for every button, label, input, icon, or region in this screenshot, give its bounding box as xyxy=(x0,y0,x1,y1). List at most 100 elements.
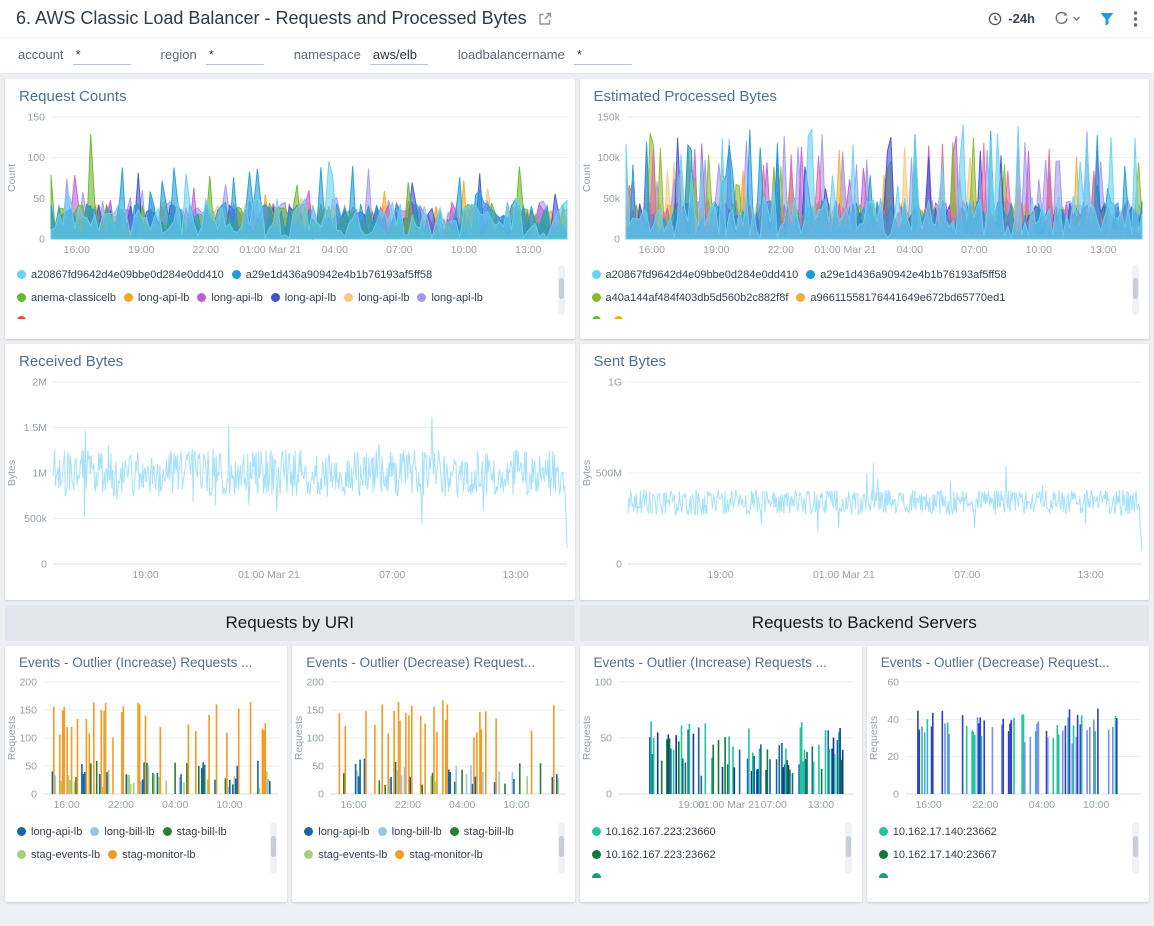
received-bytes-chart[interactable]: 0500k1M1.5M2M19:0001:00 Mar 2107:0013:00… xyxy=(5,372,575,584)
legend-dot xyxy=(304,850,313,859)
legend-scrollbar[interactable] xyxy=(845,822,852,874)
legend-label: stag-events-lb xyxy=(318,849,387,861)
legend-item[interactable] xyxy=(17,316,31,319)
legend-item[interactable]: 10.162.17.140:23662 xyxy=(879,826,997,838)
legend-item[interactable]: a29e1d436a90942e4b1b76193af5ff58 xyxy=(232,269,432,281)
legend-item[interactable]: a29e1d436a90942e4b1b76193af5ff58 xyxy=(806,269,1006,281)
backend-outlier-increase-chart[interactable]: 05010019:0001:00 Mar 2107:0013:00Request… xyxy=(580,672,862,814)
panel-backend-outlier-increase: Events - Outlier (Increase) Requests ...… xyxy=(580,646,862,902)
svg-text:04:00: 04:00 xyxy=(162,799,188,811)
legend-scrollbar[interactable] xyxy=(1132,265,1139,315)
svg-text:10:00: 10:00 xyxy=(504,799,530,811)
region-filter-input[interactable]: * xyxy=(206,47,264,65)
legend-item[interactable]: long-api-lb xyxy=(197,292,262,304)
svg-text:10:00: 10:00 xyxy=(216,799,242,811)
filter-bar: account * region * namespace aws/elb loa… xyxy=(0,38,1154,74)
filter-label: region xyxy=(161,47,197,62)
legend-item[interactable]: stag-bill-lb xyxy=(163,826,227,838)
svg-text:1.5M: 1.5M xyxy=(24,422,47,434)
legend-label: long-bill-lb xyxy=(104,826,154,838)
svg-text:13:00: 13:00 xyxy=(1077,569,1103,581)
uri-outlier-increase-chart[interactable]: 05010015020016:0022:0004:0010:00Requests xyxy=(5,672,287,814)
share-icon[interactable] xyxy=(537,11,553,27)
svg-text:01:00 Mar 21: 01:00 Mar 21 xyxy=(239,244,301,256)
legend-item[interactable]: 10.162.167.223:23660 xyxy=(592,826,716,838)
legend-scrollbar[interactable] xyxy=(558,265,565,315)
legend-scrollbar[interactable] xyxy=(558,822,565,874)
filter-button[interactable] xyxy=(1099,11,1115,27)
legend-dot xyxy=(17,270,26,279)
scrollbar-thumb[interactable] xyxy=(1133,836,1138,858)
legend-item[interactable] xyxy=(879,873,893,878)
legend-item[interactable]: long-api-lb xyxy=(124,292,189,304)
kebab-menu-button[interactable] xyxy=(1133,10,1138,28)
namespace-filter-input[interactable]: aws/elb xyxy=(370,47,428,65)
legend-item[interactable]: long-api-lb xyxy=(344,292,409,304)
legend-scrollbar[interactable] xyxy=(1132,822,1139,874)
legend-scrollbar[interactable] xyxy=(270,822,277,874)
legend-item[interactable]: 10.162.167.223:23662 xyxy=(592,849,716,861)
legend-item[interactable]: a40a144af484f403db5d560b2c882f8f xyxy=(592,292,789,304)
svg-text:500k: 500k xyxy=(24,513,48,525)
legend-item[interactable] xyxy=(592,316,606,319)
time-range-button[interactable]: -24h xyxy=(987,11,1035,27)
svg-text:Bytes: Bytes xyxy=(581,460,593,486)
scrollbar-thumb[interactable] xyxy=(846,836,851,858)
legend-item[interactable]: anema-classicelb xyxy=(17,292,116,304)
legend-item[interactable]: long-bill-lb xyxy=(90,826,154,838)
account-filter-input[interactable]: * xyxy=(73,47,131,65)
scrollbar-thumb[interactable] xyxy=(271,836,276,858)
scrollbar-thumb[interactable] xyxy=(559,278,564,299)
legend-row xyxy=(879,866,1123,878)
legend-dot xyxy=(271,293,280,302)
estimated-processed-bytes-chart[interactable]: 050k100k150k16:0019:0022:0001:00 Mar 210… xyxy=(580,107,1150,259)
svg-text:01:00 Mar 21: 01:00 Mar 21 xyxy=(697,799,759,811)
legend-item[interactable] xyxy=(592,873,606,878)
legend-dot xyxy=(796,293,805,302)
legend-dot xyxy=(592,827,601,836)
svg-text:16:00: 16:00 xyxy=(64,244,90,256)
legend-item[interactable]: long-api-lb xyxy=(271,292,336,304)
legend-item[interactable]: 10.162.17.140:23667 xyxy=(879,849,997,861)
svg-text:07:00: 07:00 xyxy=(379,569,405,581)
refresh-button[interactable] xyxy=(1053,10,1081,27)
svg-text:22:00: 22:00 xyxy=(395,799,421,811)
section-header-requests-by-uri: Requests by URI xyxy=(5,605,575,641)
legend-item[interactable]: long-api-lb xyxy=(304,826,369,838)
legend-item[interactable]: a96611558176441649e672bd65770ed1 xyxy=(796,292,1005,304)
request-counts-chart[interactable]: 05010015016:0019:0022:0001:00 Mar 2104:0… xyxy=(5,107,575,259)
legend-label: a40a144af484f403db5d560b2c882f8f xyxy=(606,292,789,304)
backend-outlier-decrease-legend: 10.162.17.140:23662 10.162.17.140:23667 xyxy=(879,820,1139,878)
svg-text:13:00: 13:00 xyxy=(1090,244,1116,256)
panel-received-bytes: Received Bytes 0500k1M1.5M2M19:0001:00 M… xyxy=(5,344,575,600)
legend-item[interactable]: stag-bill-lb xyxy=(450,826,514,838)
backend-outlier-decrease-chart[interactable]: 020406016:0022:0004:0010:00Requests xyxy=(867,672,1149,814)
legend-dot xyxy=(592,850,601,859)
legend-item[interactable]: long-api-lb xyxy=(17,826,82,838)
scrollbar-thumb[interactable] xyxy=(1133,278,1138,299)
svg-text:Requests: Requests xyxy=(868,716,880,760)
svg-text:100: 100 xyxy=(27,152,45,164)
legend-row: 10.162.167.223:23660 xyxy=(592,820,836,843)
legend-dot xyxy=(879,873,888,878)
clock-icon xyxy=(987,11,1003,27)
legend-item[interactable]: a20867fd9642d4e09bbe0d284e0dd410 xyxy=(592,269,799,281)
svg-text:07:00: 07:00 xyxy=(961,244,987,256)
legend-item[interactable]: long-api-lb xyxy=(417,292,482,304)
sent-bytes-chart[interactable]: 0500M1G19:0001:00 Mar 2107:0013:00Bytes xyxy=(580,372,1150,584)
legend-dot xyxy=(90,827,99,836)
legend-item[interactable] xyxy=(614,316,628,319)
svg-text:100: 100 xyxy=(19,733,37,745)
panel-title: Events - Outlier (Increase) Requests ... xyxy=(5,646,287,672)
uri-outlier-decrease-chart[interactable]: 05010015020016:0022:0004:0010:00Requests xyxy=(292,672,574,814)
legend-item[interactable]: long-bill-lb xyxy=(378,826,442,838)
scrollbar-thumb[interactable] xyxy=(559,836,564,858)
svg-text:22:00: 22:00 xyxy=(193,244,219,256)
legend-item[interactable]: stag-monitor-lb xyxy=(108,849,195,861)
legend-item[interactable]: stag-events-lb xyxy=(17,849,100,861)
legend-item[interactable]: a20867fd9642d4e09bbe0d284e0dd410 xyxy=(17,269,224,281)
svg-text:0: 0 xyxy=(614,234,620,246)
legend-item[interactable]: stag-events-lb xyxy=(304,849,387,861)
legend-item[interactable]: stag-monitor-lb xyxy=(395,849,482,861)
loadbalancername-filter-input[interactable]: * xyxy=(574,47,632,65)
